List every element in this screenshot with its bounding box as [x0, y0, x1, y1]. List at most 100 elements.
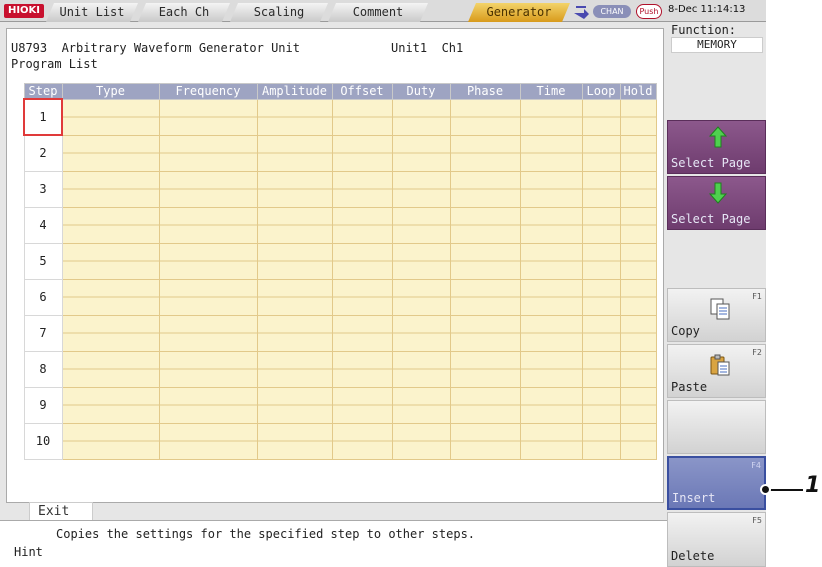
program-cell[interactable] — [519, 386, 583, 424]
program-cell[interactable] — [158, 278, 258, 316]
program-cell[interactable] — [619, 206, 657, 244]
paste-button[interactable]: F2 Paste — [667, 344, 766, 398]
program-cell[interactable] — [449, 134, 521, 172]
table-row[interactable]: 2 — [23, 134, 657, 172]
program-cell[interactable] — [158, 242, 258, 280]
program-cell[interactable] — [256, 386, 333, 424]
step-cell[interactable]: 8 — [23, 350, 63, 388]
program-cell[interactable] — [449, 350, 521, 388]
program-cell[interactable] — [61, 206, 160, 244]
program-cell[interactable] — [519, 206, 583, 244]
program-cell[interactable] — [158, 170, 258, 208]
program-cell[interactable] — [519, 422, 583, 460]
program-cell[interactable] — [391, 206, 451, 244]
program-cell[interactable] — [449, 386, 521, 424]
program-cell[interactable] — [256, 278, 333, 316]
step-cell[interactable]: 2 — [23, 134, 63, 172]
program-cell[interactable] — [581, 206, 621, 244]
program-cell[interactable] — [391, 134, 451, 172]
program-cell[interactable] — [331, 206, 393, 244]
program-cell[interactable] — [256, 170, 333, 208]
program-cell[interactable] — [158, 386, 258, 424]
step-cell[interactable]: 10 — [23, 422, 63, 460]
program-cell[interactable] — [256, 242, 333, 280]
program-cell[interactable] — [158, 350, 258, 388]
program-cell[interactable] — [331, 314, 393, 352]
program-cell[interactable] — [619, 278, 657, 316]
program-cell[interactable] — [256, 206, 333, 244]
program-cell[interactable] — [519, 242, 583, 280]
step-cell[interactable]: 5 — [23, 242, 63, 280]
program-cell[interactable] — [61, 242, 160, 280]
table-row[interactable]: 3 — [23, 170, 657, 208]
table-row[interactable]: 7 — [23, 314, 657, 352]
step-cell[interactable]: 3 — [23, 170, 63, 208]
program-cell[interactable] — [449, 98, 521, 136]
program-cell[interactable] — [519, 134, 583, 172]
delete-button[interactable]: F5 Delete — [667, 512, 766, 567]
table-row[interactable]: 8 — [23, 350, 657, 388]
step-cell[interactable]: 7 — [23, 314, 63, 352]
table-row[interactable]: 1 — [23, 98, 657, 136]
program-cell[interactable] — [391, 170, 451, 208]
program-cell[interactable] — [331, 422, 393, 460]
program-cell[interactable] — [519, 350, 583, 388]
table-row[interactable]: 10 — [23, 422, 657, 460]
program-cell[interactable] — [61, 386, 160, 424]
program-cell[interactable] — [519, 314, 583, 352]
step-cell[interactable]: 9 — [23, 386, 63, 424]
program-cell[interactable] — [256, 350, 333, 388]
tab-comment[interactable]: Comment — [328, 3, 428, 22]
program-cell[interactable] — [256, 314, 333, 352]
program-cell[interactable] — [391, 386, 451, 424]
program-cell[interactable] — [519, 278, 583, 316]
program-cell[interactable] — [61, 170, 160, 208]
select-page-up-button[interactable]: Select Page — [667, 120, 766, 174]
program-cell[interactable] — [391, 314, 451, 352]
program-cell[interactable] — [331, 98, 393, 136]
table-row[interactable]: 5 — [23, 242, 657, 280]
program-cell[interactable] — [449, 422, 521, 460]
program-cell[interactable] — [158, 314, 258, 352]
tab-each-ch[interactable]: Each Ch — [138, 3, 230, 22]
program-cell[interactable] — [331, 386, 393, 424]
program-cell[interactable] — [619, 170, 657, 208]
program-cell[interactable] — [581, 386, 621, 424]
program-cell[interactable] — [391, 98, 451, 136]
table-row[interactable]: 4 — [23, 206, 657, 244]
program-cell[interactable] — [256, 422, 333, 460]
program-cell[interactable] — [581, 98, 621, 136]
program-cell[interactable] — [619, 350, 657, 388]
program-cell[interactable] — [256, 134, 333, 172]
program-cell[interactable] — [61, 278, 160, 316]
program-cell[interactable] — [619, 314, 657, 352]
program-cell[interactable] — [619, 422, 657, 460]
program-cell[interactable] — [449, 278, 521, 316]
table-row[interactable]: 6 — [23, 278, 657, 316]
program-cell[interactable] — [619, 98, 657, 136]
program-cell[interactable] — [391, 350, 451, 388]
program-cell[interactable] — [581, 134, 621, 172]
program-cell[interactable] — [391, 242, 451, 280]
program-cell[interactable] — [449, 242, 521, 280]
program-cell[interactable] — [331, 278, 393, 316]
program-cell[interactable] — [158, 98, 258, 136]
program-cell[interactable] — [61, 314, 160, 352]
program-cell[interactable] — [61, 422, 160, 460]
select-page-down-button[interactable]: Select Page — [667, 176, 766, 230]
program-cell[interactable] — [331, 242, 393, 280]
program-cell[interactable] — [61, 98, 160, 136]
program-cell[interactable] — [158, 206, 258, 244]
program-cell[interactable] — [391, 278, 451, 316]
tab-generator[interactable]: Generator — [468, 3, 570, 22]
program-cell[interactable] — [331, 170, 393, 208]
program-cell[interactable] — [449, 314, 521, 352]
program-cell[interactable] — [158, 422, 258, 460]
program-cell[interactable] — [61, 134, 160, 172]
program-cell[interactable] — [619, 134, 657, 172]
program-cell[interactable] — [619, 242, 657, 280]
program-cell[interactable] — [519, 170, 583, 208]
step-cell[interactable]: 6 — [23, 278, 63, 316]
program-cell[interactable] — [331, 350, 393, 388]
insert-button[interactable]: F4 Insert — [667, 456, 766, 510]
